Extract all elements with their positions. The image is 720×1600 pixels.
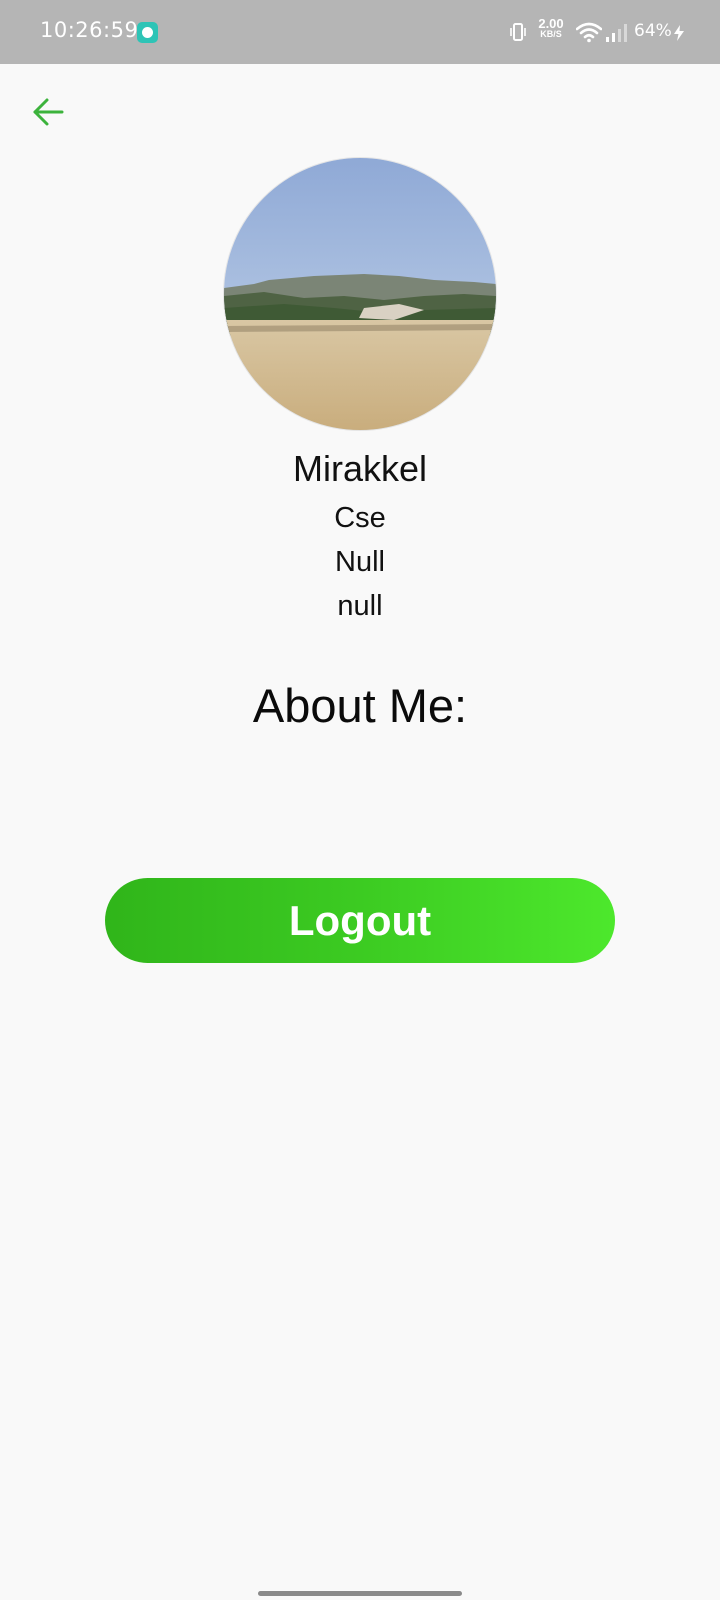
status-bar: 10:26:59 2.00 KB/S 64% (0, 0, 720, 64)
vibrate-icon (510, 23, 526, 41)
about-me-heading: About Me: (252, 679, 468, 732)
profile-detail-2: null (337, 590, 383, 622)
avatar-landscape-image (224, 158, 496, 430)
wifi-icon (576, 22, 602, 43)
profile-avatar[interactable] (224, 158, 496, 430)
logout-button[interactable]: Logout (105, 878, 615, 963)
arrow-left-icon (33, 98, 64, 126)
battery-percent: 64% (634, 21, 672, 41)
network-speed-value: 2.00 (538, 16, 564, 31)
charging-bolt-icon (674, 25, 684, 41)
network-speed: 2.00 KB/S (533, 16, 569, 40)
profile-detail-1: Null (335, 546, 385, 578)
back-button[interactable] (28, 92, 68, 132)
notification-chat-icon (137, 22, 158, 43)
status-time: 10:26:59 (40, 18, 139, 42)
home-indicator[interactable] (258, 1591, 462, 1596)
profile-department: Cse (334, 502, 386, 534)
signal-icon (606, 24, 627, 42)
profile-name: Mirakkel (292, 448, 427, 489)
